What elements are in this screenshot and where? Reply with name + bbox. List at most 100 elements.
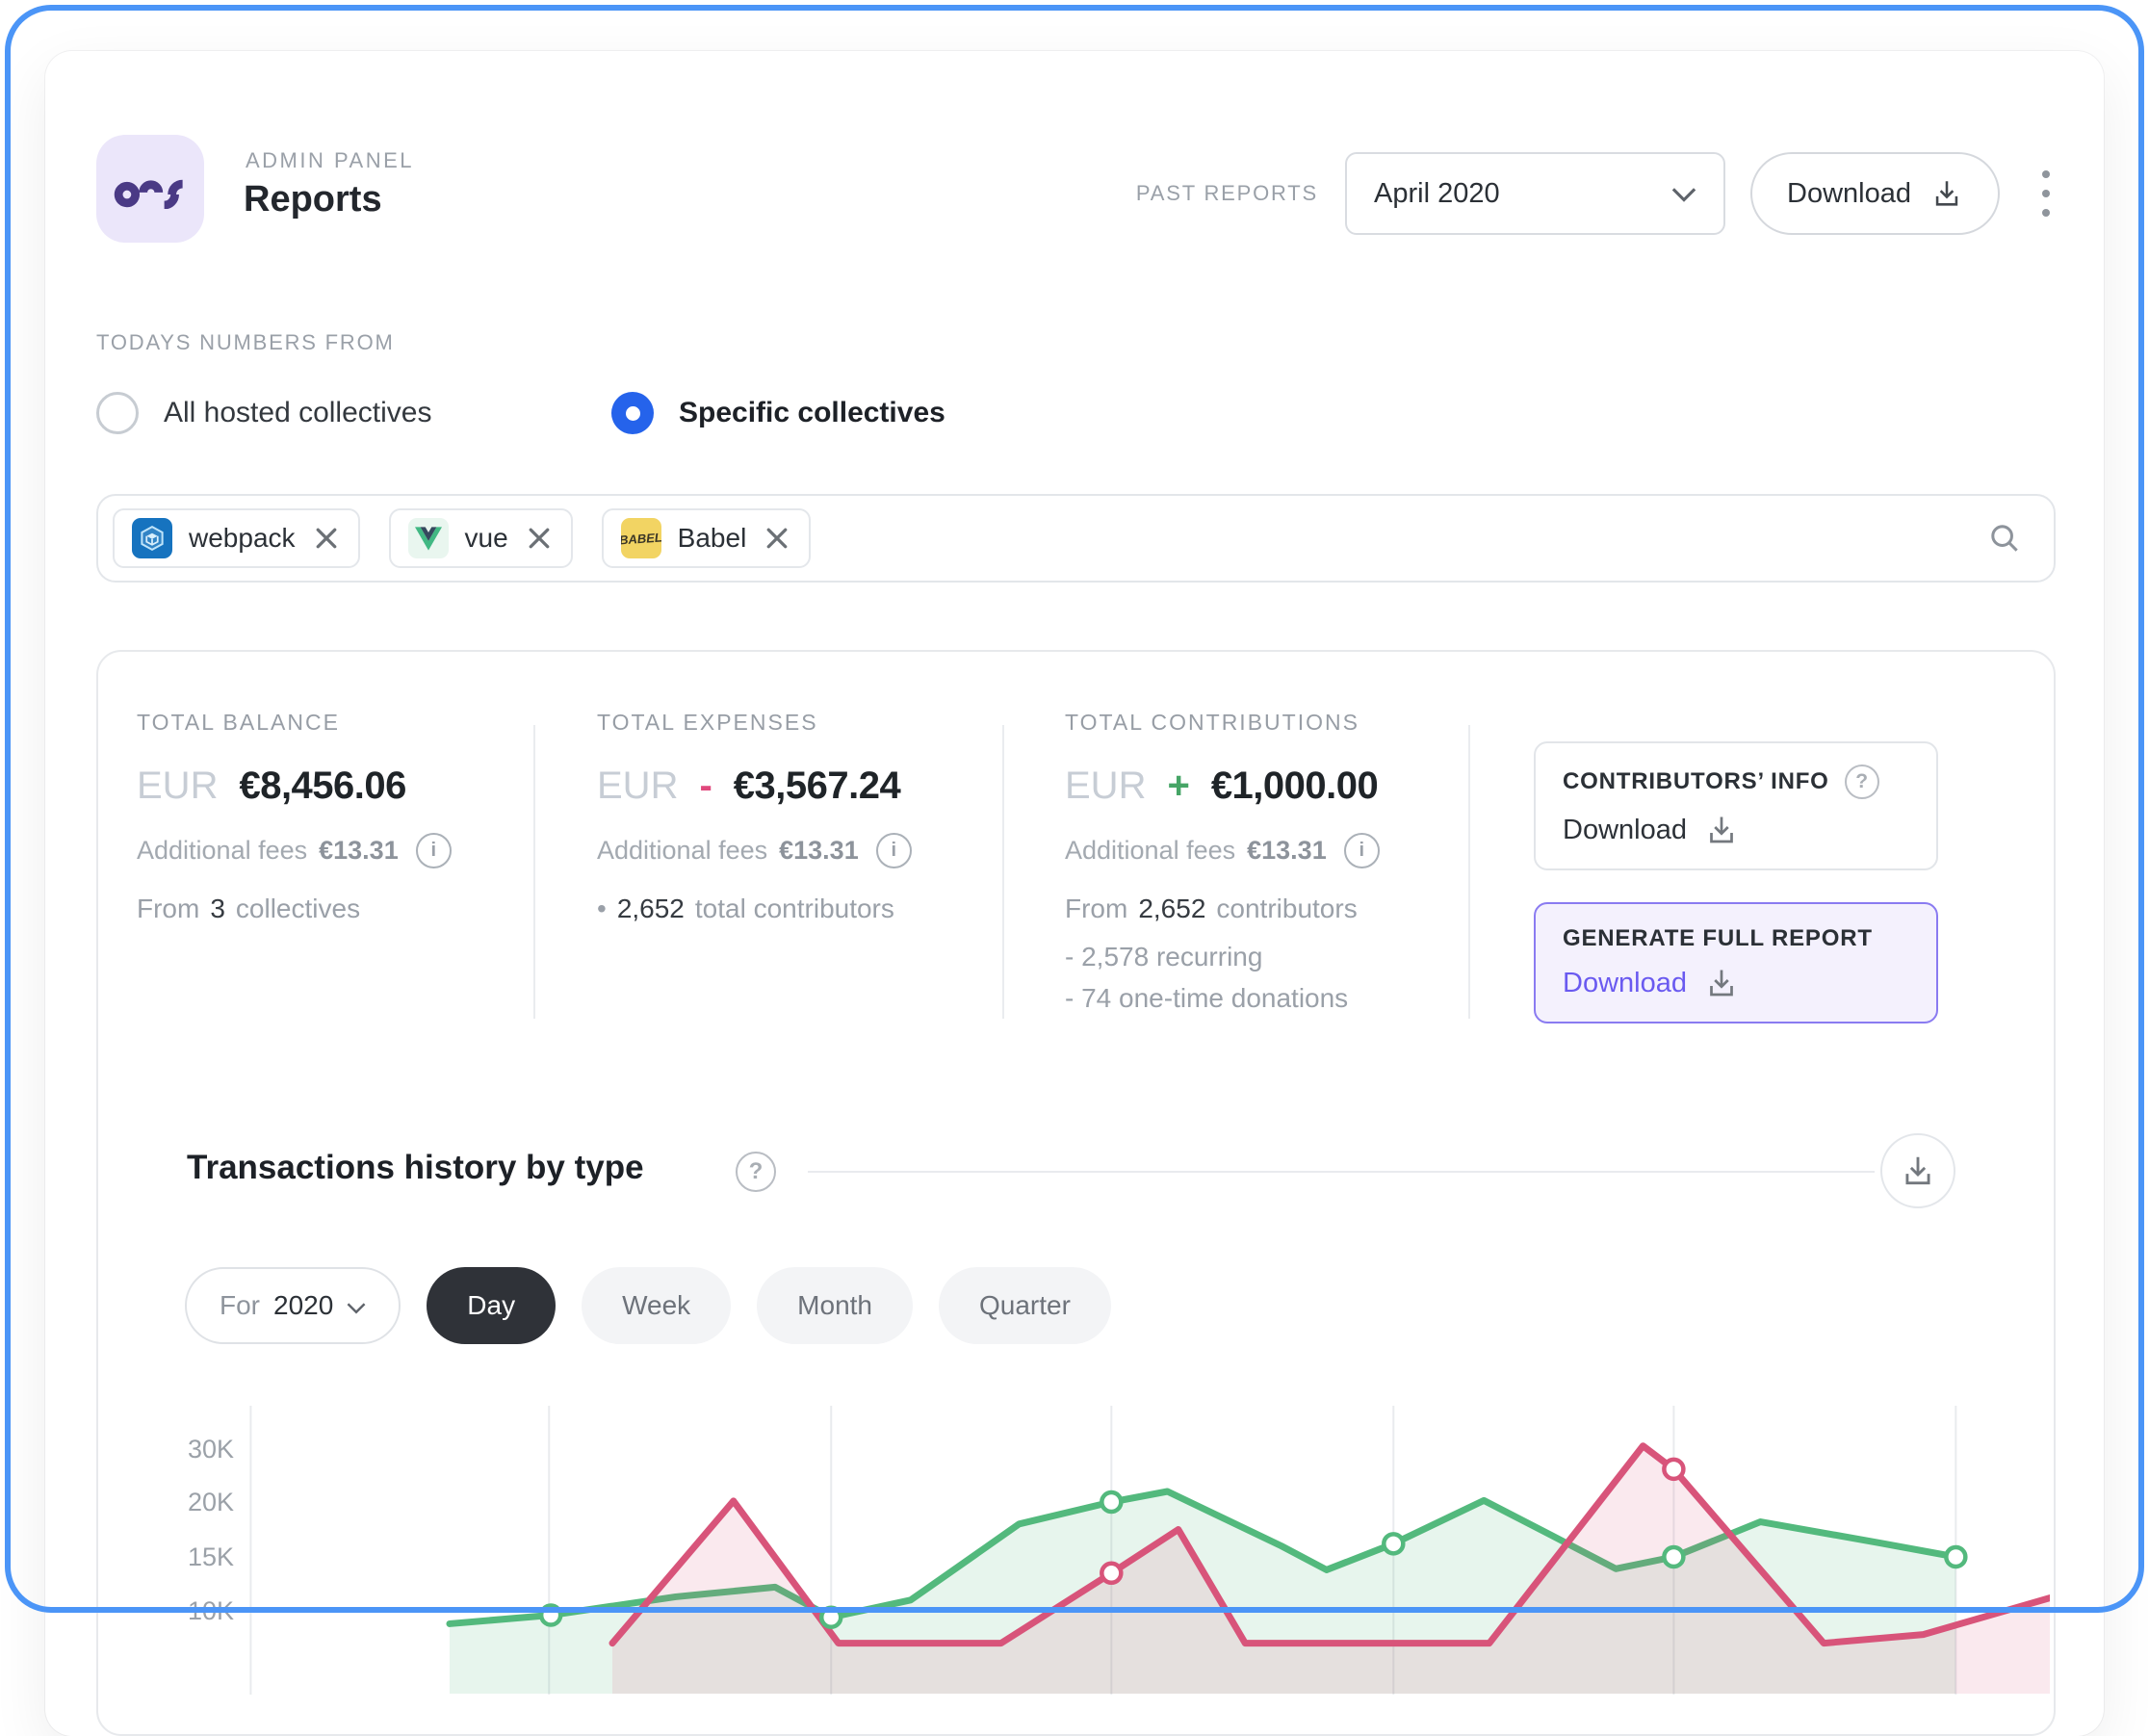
info-icon[interactable]: i: [416, 833, 452, 868]
total-expenses-amount: €3,567.24: [734, 764, 900, 808]
generate-full-report-download[interactable]: Download: [1563, 966, 1909, 1000]
radio-on-icon[interactable]: [611, 392, 654, 434]
download-button-label: Download: [1787, 178, 1911, 210]
chart-download-button[interactable]: [1880, 1133, 1955, 1208]
chevron-down-icon: [1671, 178, 1696, 210]
download-icon: [1900, 1153, 1936, 1189]
radio-off-icon[interactable]: [96, 392, 139, 434]
fees-amount: €13.31: [1247, 836, 1327, 866]
tag-webpack[interactable]: webpack: [113, 508, 360, 568]
past-reports-label: PAST REPORTS: [1136, 181, 1318, 206]
divider: [1002, 725, 1004, 1019]
collectives-search-input[interactable]: webpack vue BABEL Babel: [96, 494, 2056, 583]
one-time-breakdown: - 74 one-time donations: [1065, 977, 1380, 1019]
osc-logo-icon: [114, 165, 187, 214]
year-filter-select[interactable]: For 2020: [185, 1267, 401, 1344]
radio-all-label: All hosted collectives: [164, 397, 431, 429]
period-select[interactable]: April 2020: [1345, 152, 1725, 235]
tag-webpack-label: webpack: [189, 523, 296, 554]
currency-label: EUR: [597, 764, 678, 808]
vue-icon: [408, 518, 449, 558]
fees-label: Additional fees: [137, 836, 307, 866]
download-icon: [1704, 813, 1739, 847]
divider: [533, 725, 535, 1019]
fees-label: Additional fees: [597, 836, 767, 866]
fees-label: Additional fees: [1065, 836, 1235, 866]
help-icon[interactable]: ?: [1845, 764, 1879, 799]
tag-vue-label: vue: [465, 523, 508, 554]
radio-specific-collectives[interactable]: Specific collectives: [611, 392, 945, 434]
app-logo: [96, 135, 204, 243]
tag-babel[interactable]: BABEL Babel: [602, 508, 812, 568]
note-value: 2,652: [1138, 894, 1205, 924]
granularity-controls: For 2020 Day Week Month Quarter: [185, 1267, 1111, 1344]
y-tick-15k: 15K: [188, 1542, 234, 1572]
tag-vue[interactable]: vue: [389, 508, 573, 568]
download-icon: [1704, 966, 1739, 1000]
tab-week[interactable]: Week: [582, 1267, 731, 1344]
contributors-info-download[interactable]: Download: [1563, 813, 1909, 847]
recurring-breakdown: - 2,578 recurring: [1065, 936, 1380, 977]
page-title: Reports: [244, 179, 382, 220]
note-prefix: From: [137, 894, 199, 924]
search-icon[interactable]: [1986, 520, 2023, 557]
generate-full-report-card: GENERATE FULL REPORT Download: [1534, 902, 1938, 1023]
tab-month[interactable]: Month: [757, 1267, 913, 1344]
chevron-down-icon: [347, 1290, 366, 1321]
total-balance-label: TOTAL BALANCE: [137, 710, 452, 736]
download-label: Download: [1563, 968, 1687, 999]
total-contributions-stat: TOTAL CONTRIBUTIONS EUR + €1,000.00 Addi…: [1065, 710, 1380, 1020]
year-filter-prefix: For: [220, 1290, 260, 1321]
period-select-value: April 2020: [1374, 178, 1500, 210]
remove-babel-icon[interactable]: [763, 524, 791, 553]
total-expenses-stat: TOTAL EXPENSES EUR - €3,567.24 Additiona…: [597, 710, 912, 924]
total-expenses-label: TOTAL EXPENSES: [597, 710, 912, 736]
divider: [808, 1171, 1875, 1173]
fees-amount: €13.31: [779, 836, 859, 866]
babel-icon: BABEL: [621, 518, 661, 558]
total-contributions-label: TOTAL CONTRIBUTIONS: [1065, 710, 1380, 736]
transactions-help-icon[interactable]: ?: [736, 1152, 776, 1192]
download-icon: [1930, 177, 1963, 210]
y-tick-30k: 30K: [188, 1435, 234, 1464]
note-suffix: collectives: [236, 894, 360, 924]
fees-amount: €13.31: [319, 836, 399, 866]
app-window: ADMIN PANEL Reports PAST REPORTS April 2…: [45, 51, 2104, 1736]
contributors-info-title: CONTRIBUTORS’ INFO: [1563, 768, 1829, 795]
transactions-title: Transactions history by type: [187, 1149, 644, 1187]
note-suffix: contributors: [1216, 894, 1357, 924]
more-options-button[interactable]: [2036, 165, 2056, 222]
note-value: 3: [210, 894, 225, 924]
total-contributions-amount: €1,000.00: [1211, 764, 1378, 808]
generate-full-report-title: GENERATE FULL REPORT: [1563, 925, 1873, 952]
note-prefix: From: [1065, 894, 1127, 924]
note-suffix: total contributors: [695, 894, 894, 924]
year-filter-value: 2020: [273, 1290, 333, 1321]
radio-specific-label: Specific collectives: [679, 397, 945, 429]
info-icon[interactable]: i: [876, 833, 912, 868]
admin-panel-label: ADMIN PANEL: [246, 148, 414, 173]
tab-day[interactable]: Day: [427, 1267, 556, 1344]
currency-label: EUR: [137, 764, 218, 808]
remove-webpack-icon[interactable]: [312, 524, 341, 553]
bullet: •: [597, 894, 607, 924]
y-tick-10k: 10K: [188, 1596, 234, 1626]
todays-numbers-label: TODAYS NUMBERS FROM: [96, 330, 395, 355]
y-tick-20k: 20K: [188, 1488, 234, 1517]
total-balance-stat: TOTAL BALANCE EUR €8,456.06 Additional f…: [137, 710, 452, 924]
download-report-button[interactable]: Download: [1750, 152, 2000, 235]
info-icon[interactable]: i: [1344, 833, 1380, 868]
contributors-info-card: CONTRIBUTORS’ INFO ? Download: [1534, 741, 1938, 870]
remove-vue-icon[interactable]: [525, 524, 554, 553]
minus-sign: -: [699, 764, 712, 808]
total-balance-amount: €8,456.06: [239, 764, 405, 808]
webpack-icon: [132, 518, 172, 558]
tab-quarter[interactable]: Quarter: [939, 1267, 1111, 1344]
tag-babel-label: Babel: [678, 523, 747, 554]
note-value: 2,652: [617, 894, 685, 924]
header-controls: PAST REPORTS April 2020 Download: [1136, 152, 2056, 235]
download-label: Download: [1563, 815, 1687, 846]
radio-all-hosted-collectives[interactable]: All hosted collectives: [96, 392, 431, 434]
transactions-chart[interactable]: [242, 1406, 2050, 1695]
plus-sign: +: [1167, 764, 1189, 808]
